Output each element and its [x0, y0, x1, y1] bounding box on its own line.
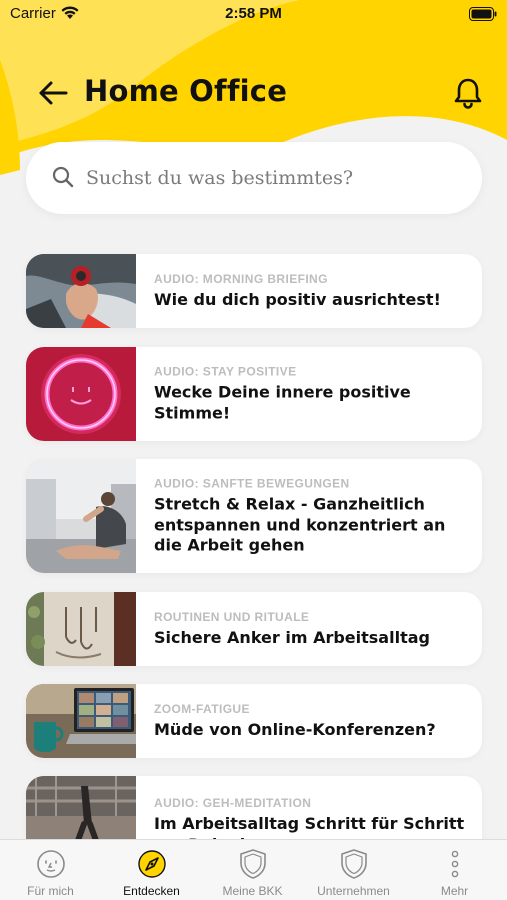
card-title: Wecke Deine innere positive Stimme! [154, 382, 411, 423]
content-card[interactable]: AUDIO: STAY POSITIVE Wecke Deine innere … [26, 347, 482, 441]
card-category: AUDIO: MORNING BRIEFING [154, 271, 328, 286]
card-thumbnail-video-call [26, 684, 136, 758]
card-category: ROUTINEN UND RITUALE [154, 609, 310, 624]
compass-icon [136, 848, 168, 884]
tab-meine-bkk[interactable]: Meine BKK [202, 840, 303, 900]
tab-label: Mehr [440, 884, 469, 898]
tab-mehr[interactable]: Mehr [404, 840, 505, 900]
tab-label: Entdecken [123, 884, 180, 898]
card-title: Wie du dich positiv ausrichtest! [154, 289, 441, 309]
search-icon [52, 166, 74, 192]
arrow-left-icon [39, 81, 68, 105]
status-bar: Carrier 2:58 PM [0, 0, 507, 28]
card-title: Stretch & Relax - Ganzheitlich entspanne… [154, 494, 446, 555]
content-card[interactable]: AUDIO: SANFTE BEWEGUNGEN Stretch & Relax… [26, 459, 482, 573]
tab-fuer-mich[interactable]: Für mich [0, 840, 101, 900]
card-thumbnail-stretching [26, 459, 136, 573]
tab-unternehmen[interactable]: Unternehmen [303, 840, 404, 900]
search-bar[interactable] [26, 142, 482, 214]
tab-label: Für mich [27, 884, 74, 898]
card-title: Sichere Anker im Arbeitsalltag [154, 627, 430, 647]
notifications-button[interactable] [453, 76, 483, 110]
bell-icon [454, 78, 482, 109]
content-card[interactable]: ROUTINEN UND RITUALE Sichere Anker im Ar… [26, 592, 482, 666]
card-thumbnail-wall-hooks [26, 592, 136, 666]
more-icon [449, 848, 461, 884]
card-category: ZOOM-FATIGUE [154, 701, 250, 716]
tab-entdecken[interactable]: Entdecken [101, 840, 202, 900]
face-icon [35, 848, 67, 884]
card-category: AUDIO: STAY POSITIVE [154, 364, 297, 379]
content-card[interactable]: ZOOM-FATIGUE Müde von Online-Konferenzen… [26, 684, 482, 758]
card-thumbnail-neon-smiley [26, 347, 136, 441]
search-input[interactable] [86, 156, 456, 200]
shield-icon [339, 848, 369, 884]
shield-icon [238, 848, 268, 884]
battery-icon [469, 6, 497, 25]
page-title: Home Office [84, 74, 288, 108]
tab-bar: Für mich Entdecken Meine BKK Unternehmen… [0, 839, 507, 900]
card-title: Müde von Online-Konferenzen? [154, 719, 436, 739]
tab-label: Unternehmen [317, 884, 390, 898]
content-card[interactable]: AUDIO: MORNING BRIEFING Wie du dich posi… [26, 254, 482, 328]
card-category: AUDIO: SANFTE BEWEGUNGEN [154, 476, 350, 491]
status-time: 2:58 PM [225, 5, 282, 22]
card-thumbnail-compass-hand [26, 254, 136, 328]
tab-label: Meine BKK [222, 884, 283, 898]
back-button[interactable] [36, 78, 70, 108]
card-category: AUDIO: GEH-MEDITATION [154, 796, 312, 810]
